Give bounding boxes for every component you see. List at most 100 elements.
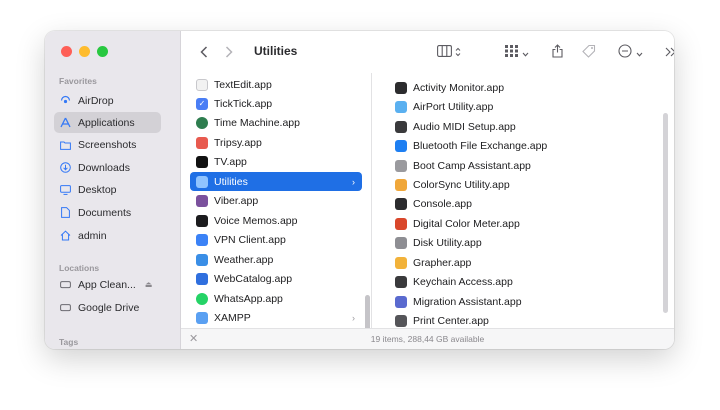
sidebar-item-airdrop[interactable]: AirDrop [54,90,161,111]
list-item[interactable]: Print Center.app [389,311,669,328]
column-utilities[interactable]: Activity Monitor.app AirPort Utility.app… [373,73,674,328]
back-button[interactable] [200,42,208,62]
webcatalog-app-icon [196,272,208,285]
sidebar-item-label: Applications [78,116,135,129]
activity-monitor-app-icon [395,81,407,94]
audio-midi-app-icon [395,120,407,133]
ticktick-app-icon: ✓ [196,97,208,110]
scrollbar[interactable] [663,113,668,313]
sidebar-item-google-drive[interactable]: Google Drive [54,297,161,318]
list-item[interactable]: Grapher.app [389,253,669,272]
eject-icon[interactable]: ⏏ [145,280,153,289]
more-toolbar-button[interactable] [665,42,674,62]
print-center-app-icon [395,314,407,327]
sidebar-item-label: AirDrop [78,94,114,107]
list-item[interactable]: ColorSync Utility.app [389,175,669,194]
group-button[interactable] [505,42,529,62]
action-button[interactable] [618,42,643,62]
share-button[interactable] [552,42,563,62]
status-bar: ✕ 19 items, 288,44 GB available [181,328,674,349]
folder-icon [196,175,208,188]
sidebar-section-tags: Tags [59,337,79,347]
minimize-window-button[interactable] [79,46,90,57]
chevron-down-icon [636,45,643,60]
list-item[interactable]: Tripsy.app [190,133,362,152]
drive-icon [60,302,71,313]
close-window-button[interactable] [61,46,72,57]
tv-app-icon [196,155,208,168]
sidebar-section-favorites: Favorites [59,76,97,86]
list-item[interactable]: VPN Client.app [190,230,362,249]
toolbar: Utilities [181,31,674,73]
airdrop-icon [60,95,71,106]
list-item[interactable]: Time Machine.app [190,113,362,132]
list-item[interactable]: ✓ TickTick.app [190,94,362,113]
list-item[interactable]: Migration Assistant.app [389,292,669,311]
list-item[interactable]: AirPort Utility.app [389,97,669,116]
sidebar-item-label: App Clean... [78,278,136,291]
list-item[interactable]: Keychain Access.app [389,272,669,291]
sidebar-item-label: Downloads [78,161,130,174]
list-item[interactable]: WebCatalog.app [190,269,362,288]
textedit-app-icon [196,78,208,91]
whatsapp-app-icon [196,292,208,305]
keychain-access-app-icon [395,275,407,288]
sidebar-section-locations: Locations [59,263,100,273]
ellipsis-circle-icon [618,43,632,61]
list-item-utilities-selected[interactable]: Utilities › [190,172,362,191]
list-item[interactable]: XAMPP › [190,308,362,327]
airport-utility-app-icon [395,100,407,113]
chevron-down-icon [522,45,529,60]
sidebar-item-downloads[interactable]: Downloads [54,157,161,178]
downloads-icon [60,162,71,173]
list-item[interactable]: Voice Memos.app [190,211,362,230]
list-item[interactable]: Console.app [389,194,669,213]
sidebar-item-documents[interactable]: Documents [54,202,161,223]
chevron-right-icon: › [352,312,355,323]
sidebar-item-label: Documents [78,206,132,219]
boot-camp-app-icon [395,159,407,172]
forward-button[interactable] [225,42,233,62]
sidebar-item-label: Google Drive [78,301,140,314]
grid-icon [505,44,518,60]
status-text: 19 items, 288,44 GB available [370,334,485,344]
list-item[interactable]: TextEdit.app [190,75,362,94]
tripsy-app-icon [196,136,208,149]
column-applications[interactable]: TextEdit.app ✓ TickTick.app Time Machine.… [182,73,372,328]
sidebar-item-applications[interactable]: Applications [54,112,161,133]
scrollbar[interactable] [365,295,370,328]
list-item[interactable]: Activity Monitor.app [389,78,669,97]
sidebar-item-desktop[interactable]: Desktop [54,179,161,200]
double-chevron-right-icon [665,45,674,60]
list-item[interactable]: Viber.app [190,191,362,210]
colorsync-app-icon [395,178,407,191]
view-columns-button[interactable] [437,42,461,62]
tag-icon [582,44,596,61]
list-item[interactable]: Digital Color Meter.app [389,214,669,233]
digital-color-meter-app-icon [395,217,407,230]
zoom-window-button[interactable] [97,46,108,57]
share-icon [552,43,563,61]
chevron-right-icon: › [352,176,355,187]
viber-app-icon [196,194,208,207]
list-item[interactable]: Boot Camp Assistant.app [389,156,669,175]
tag-button[interactable] [582,42,596,62]
migration-assistant-app-icon [395,295,407,308]
console-app-icon [395,197,407,210]
columns-view-icon [437,44,452,60]
list-item[interactable]: Weather.app [190,250,362,269]
home-icon [60,230,71,241]
list-item[interactable]: TV.app [190,152,362,171]
bluetooth-app-icon [395,139,407,152]
folder-icon [60,139,71,150]
list-item[interactable]: Disk Utility.app [389,233,669,252]
list-item[interactable]: Bluetooth File Exchange.app [389,136,669,155]
desktop-icon [60,184,71,195]
sidebar-item-admin[interactable]: admin [54,225,161,246]
list-item[interactable]: Audio MIDI Setup.app [389,117,669,136]
list-item[interactable]: WhatsApp.app [190,289,362,308]
sidebar-item-app-cleaner[interactable]: App Clean... ⏏ [54,274,161,295]
document-icon [60,207,71,218]
sidebar-item-label: Desktop [78,183,117,196]
sidebar-item-screenshots[interactable]: Screenshots [54,134,161,155]
